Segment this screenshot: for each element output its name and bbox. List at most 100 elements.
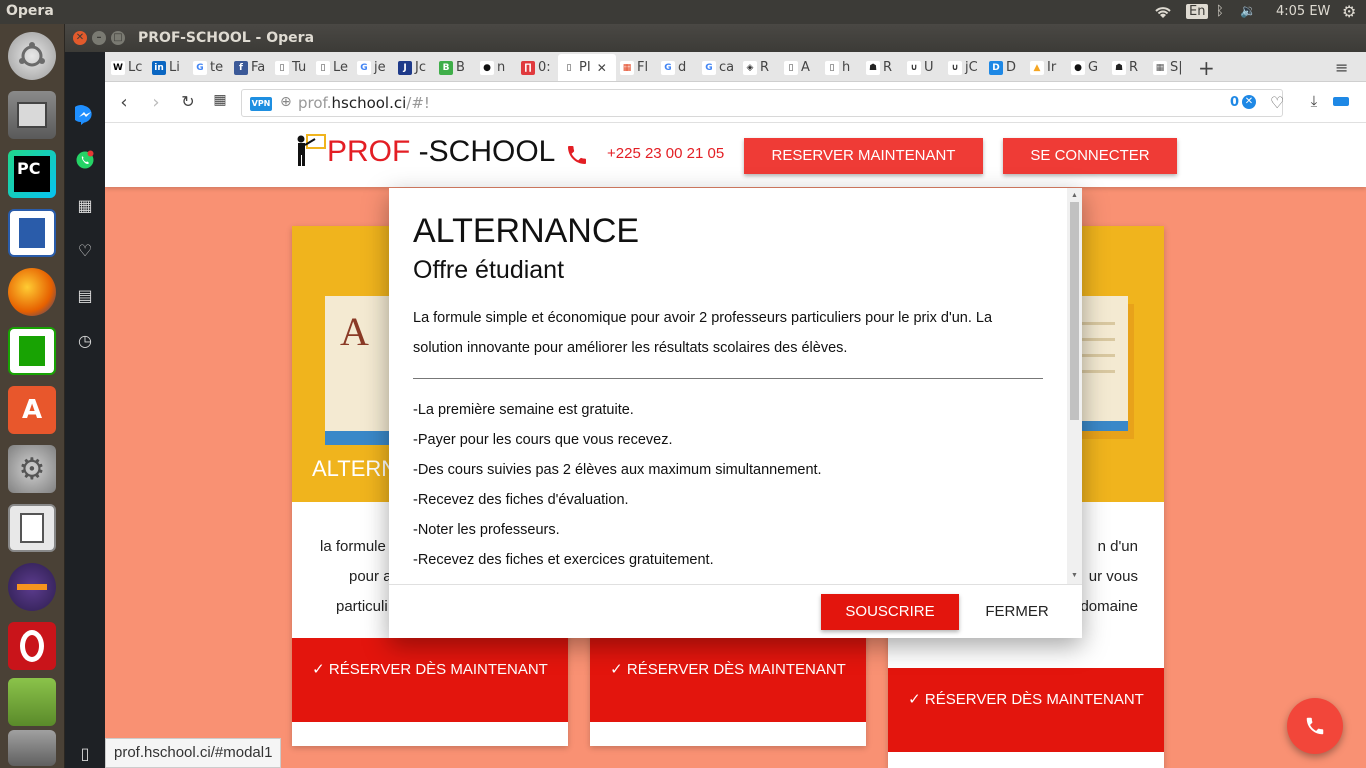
browser-tab[interactable]: ☗ R <box>1108 54 1148 81</box>
browser-tab[interactable]: ▯ A <box>780 54 820 81</box>
card-reserve-button[interactable]: ✓ RÉSERVER DÈS MAINTENANT <box>590 638 866 722</box>
browser-tab[interactable]: Gte <box>189 54 229 81</box>
modal-scrollbar[interactable]: ▲ ▼ <box>1067 188 1082 584</box>
volume-icon[interactable]: 🔉 <box>1240 4 1256 19</box>
browser-tab[interactable]: Gd <box>657 54 697 81</box>
maximize-window-icon[interactable]: □ <box>111 31 125 45</box>
modal-divider <box>413 378 1043 379</box>
whatsapp-icon[interactable] <box>74 149 96 171</box>
browser-tab[interactable]: DD <box>985 54 1025 81</box>
tab-label: Tu <box>292 60 307 75</box>
window-titlebar: ✕ – □ PROF-SCHOOL - Opera <box>65 24 1366 52</box>
ad-block-icon[interactable]: ✕ <box>1242 95 1256 109</box>
messenger-icon[interactable] <box>74 104 96 126</box>
tab-menu-icon[interactable]: ≡ <box>1331 54 1366 81</box>
tab-favicon-icon: ∏ <box>521 60 535 75</box>
tab-label: je <box>374 60 386 75</box>
libreoffice-calc-icon[interactable] <box>8 327 56 375</box>
wifi-icon[interactable] <box>1153 4 1173 24</box>
browser-tab[interactable]: ◈ R <box>739 54 779 81</box>
pycharm-icon[interactable]: PC <box>8 150 56 198</box>
new-tab-icon[interactable]: + <box>1194 54 1234 81</box>
browser-tab[interactable]: ● n <box>476 54 516 81</box>
tab-overview-icon[interactable]: ▦ <box>209 92 231 108</box>
feature-item: -Recevez des fiches et exercices gratuit… <box>413 552 714 568</box>
browser-tab[interactable]: ● G <box>1067 54 1107 81</box>
tab-favicon-icon: ∪ <box>948 60 962 75</box>
bluetooth-icon[interactable]: ᛒ <box>1216 4 1224 19</box>
eclipse-icon[interactable] <box>8 563 56 611</box>
trash-icon[interactable] <box>8 730 56 766</box>
system-settings-icon[interactable]: ⚙ <box>8 445 56 493</box>
bookmarks-heart-icon[interactable]: ♡ <box>74 239 96 261</box>
tab-favicon-icon: W <box>111 60 125 75</box>
teacher-logo-icon <box>293 133 329 171</box>
browser-tab[interactable]: ∏ 0: <box>517 54 557 81</box>
download-icon[interactable]: ⤓ <box>1303 92 1325 110</box>
check-icon: ✓ <box>908 691 925 708</box>
system-gear-icon[interactable]: ⚙ <box>1342 2 1356 21</box>
news-icon[interactable]: ▤ <box>74 284 96 306</box>
browser-tab[interactable]: ▲ Ir <box>1026 54 1066 81</box>
speed-dial-icon[interactable]: ▦ <box>74 194 96 216</box>
opera-icon[interactable] <box>8 622 56 670</box>
address-toolbar: ‹ › ↻ ▦ VPN ⊕ prof.hschool.ci/#! 0 ✕ ♡ ⤓ <box>105 82 1366 123</box>
subscribe-button[interactable]: SOUSCRIRE <box>821 594 959 630</box>
link-status-tooltip: prof.hschool.ci/#modal1 <box>105 738 282 768</box>
browser-tab[interactable]: ☗ R <box>862 54 902 81</box>
back-icon[interactable]: ‹ <box>113 92 135 113</box>
ad-block-count[interactable]: 0 <box>1230 95 1239 110</box>
clock[interactable]: 4:05 EW <box>1276 4 1330 19</box>
libreoffice-icon[interactable] <box>8 504 56 552</box>
scroll-up-icon[interactable]: ▲ <box>1071 192 1078 199</box>
close-window-icon[interactable]: ✕ <box>73 31 87 45</box>
phone-number[interactable]: +225 23 00 21 05 <box>607 145 724 162</box>
ubuntu-dash-icon[interactable] <box>8 32 56 80</box>
browser-tab[interactable]: ▯ Le <box>312 54 352 81</box>
tab-active[interactable]: ▯ PI ✕ <box>558 54 616 81</box>
vpn-badge[interactable]: VPN <box>250 97 272 111</box>
tab-favicon-icon: in <box>152 60 166 75</box>
site-logo-text[interactable]: PROF -SCHOOL <box>327 135 555 169</box>
minimize-window-icon[interactable]: – <box>92 31 106 45</box>
browser-tab[interactable]: W Lc <box>107 54 147 81</box>
firefox-icon[interactable] <box>8 268 56 316</box>
feature-item: -Noter les professeurs. <box>413 522 560 538</box>
browser-tab[interactable]: J Jc <box>394 54 434 81</box>
browser-tab[interactable]: ▦ Fl <box>616 54 656 81</box>
close-modal-button[interactable]: FERMER <box>969 594 1065 630</box>
login-button[interactable]: SE CONNECTER <box>1003 138 1177 174</box>
opera-window: ✕ – □ PROF-SCHOOL - Opera ▦ ♡ ▤ ◷ ▯ W Lc i… <box>65 24 1366 768</box>
browser-tab[interactable]: Gje <box>353 54 393 81</box>
browser-tab[interactable]: in Li <box>148 54 188 81</box>
browser-tab[interactable]: ∪ U <box>903 54 943 81</box>
browser-tab[interactable]: BB <box>435 54 475 81</box>
browser-tab[interactable]: f Fa <box>230 54 270 81</box>
forward-icon[interactable]: › <box>145 92 167 113</box>
close-tab-icon[interactable]: ✕ <box>597 61 607 75</box>
browser-tab[interactable]: ▯ Tu <box>271 54 311 81</box>
scrollbar-thumb[interactable] <box>1070 202 1079 420</box>
tab-label: Le <box>333 60 349 75</box>
browser-tab[interactable]: Gca <box>698 54 738 81</box>
files-icon[interactable] <box>8 91 56 139</box>
card-reserve-button[interactable]: ✓ RÉSERVER DÈS MAINTENANT <box>292 638 568 722</box>
toggle-sidebar-icon[interactable]: ▯ <box>74 742 96 764</box>
battery-icon[interactable] <box>1333 92 1355 106</box>
reload-icon[interactable]: ↻ <box>177 92 199 111</box>
software-center-icon[interactable]: A <box>8 386 56 434</box>
libreoffice-writer-icon[interactable] <box>8 209 56 257</box>
card-reserve-button[interactable]: ✓ RÉSERVER DÈS MAINTENANT <box>888 668 1164 752</box>
browser-tab[interactable]: ▦ S| <box>1149 54 1189 81</box>
tab-label: D <box>1006 60 1017 75</box>
scroll-down-icon[interactable]: ▼ <box>1071 572 1078 579</box>
bookmark-heart-icon[interactable]: ♡ <box>1270 93 1284 112</box>
call-button[interactable] <box>1287 698 1343 754</box>
workspace-switcher-icon[interactable] <box>8 678 56 726</box>
browser-tab[interactable]: ▯ h <box>821 54 861 81</box>
browser-tab[interactable]: ∪ jC <box>944 54 984 81</box>
keyboard-layout-indicator[interactable]: En <box>1186 4 1209 19</box>
reserve-now-button[interactable]: RESERVER MAINTENANT <box>744 138 983 174</box>
history-clock-icon[interactable]: ◷ <box>74 329 96 351</box>
address-field[interactable]: VPN ⊕ prof.hschool.ci/#! 0 ✕ ♡ <box>241 89 1284 117</box>
